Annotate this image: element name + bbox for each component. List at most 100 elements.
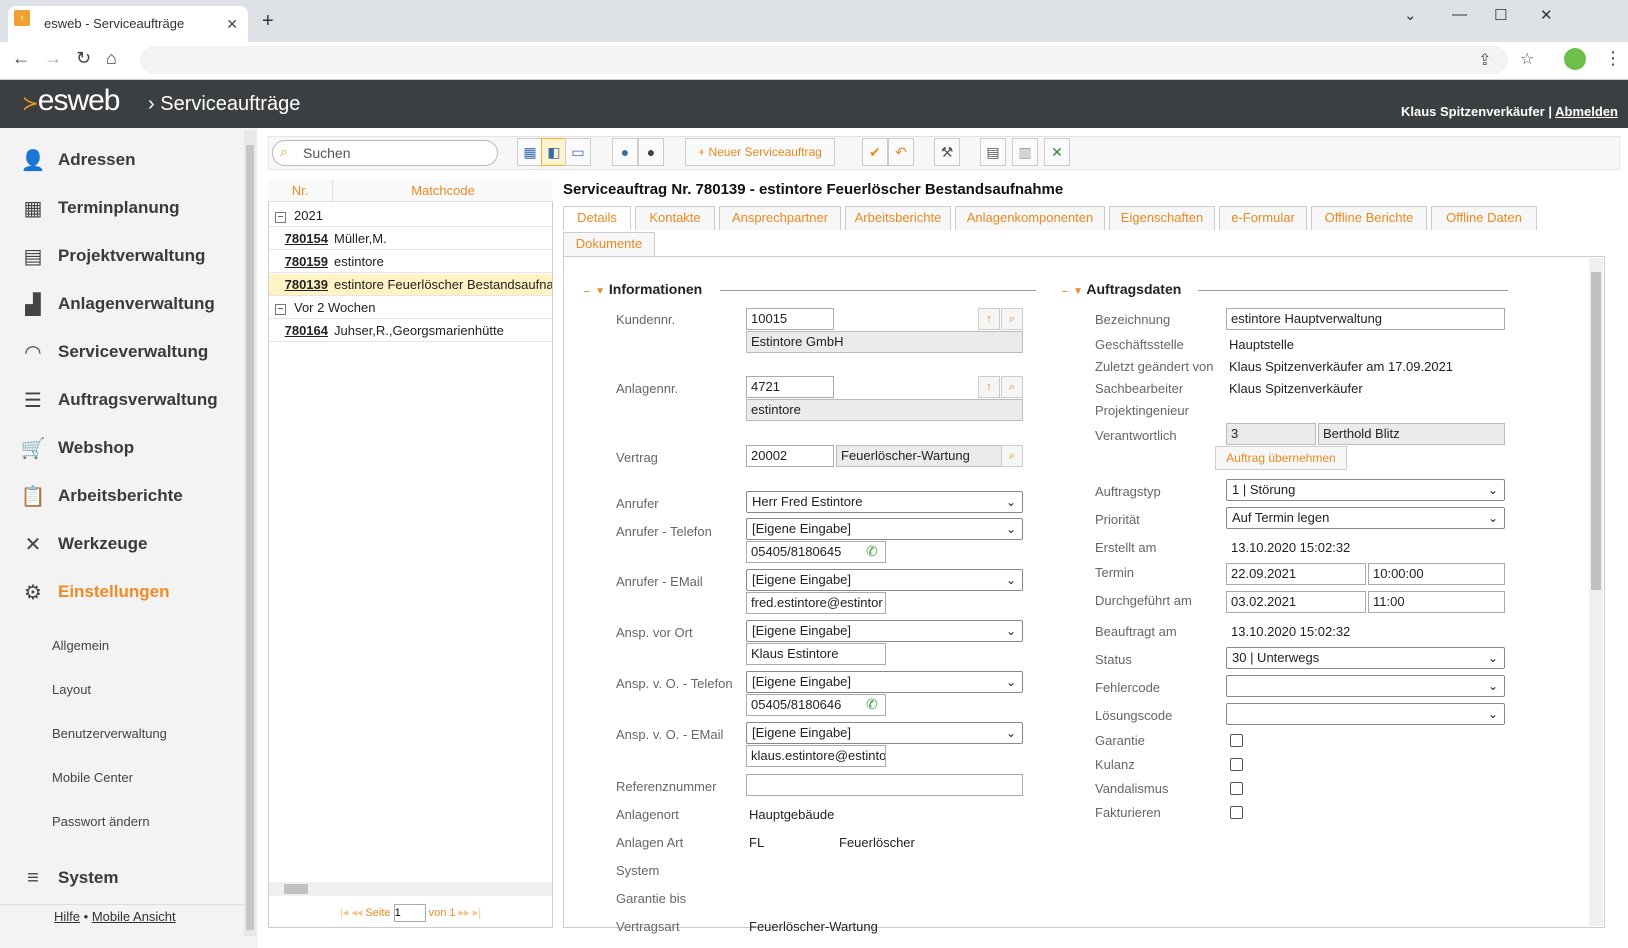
list-hscrollbar[interactable]: [269, 882, 552, 896]
tab-e-formular[interactable]: e-Formular: [1219, 206, 1307, 230]
phone-icon[interactable]: ✆: [866, 696, 878, 713]
garantie-checkbox[interactable]: [1230, 734, 1243, 747]
collapse-icon[interactable]: −: [275, 212, 286, 223]
sidebar-item-anlagenverwaltung[interactable]: ▟ Anlagenverwaltung: [20, 286, 240, 322]
minimize-icon[interactable]: —: [1452, 6, 1467, 23]
bookmark-star-icon[interactable]: ☆: [1520, 49, 1534, 69]
person-gray-icon[interactable]: ●: [638, 138, 664, 166]
table-row[interactable]: 780154 Müller,M.: [269, 228, 552, 250]
tab-anlagenkomponenten[interactable]: Anlagenkomponenten: [955, 206, 1105, 230]
sidebar-sub-mobile-center[interactable]: Mobile Center: [52, 770, 133, 785]
status-select[interactable]: 30 | Unterwegs ⌄: [1226, 647, 1505, 669]
arrow-up-icon[interactable]: ↑: [978, 376, 1000, 398]
mobile-view-link[interactable]: Mobile Ansicht: [92, 909, 176, 924]
group-row-2021[interactable]: −2021: [269, 205, 552, 227]
sidebar-item-webshop[interactable]: 🛒 Webshop: [20, 430, 240, 466]
help-link[interactable]: Hilfe: [54, 909, 80, 924]
collapse-triangle-icon[interactable]: – ▼: [1062, 286, 1083, 297]
home-icon[interactable]: ⌂: [106, 48, 117, 69]
sidebar-item-einstellungen[interactable]: ⚙ Einstellungen: [20, 574, 240, 610]
ansp-mail-field[interactable]: klaus.estintore@estinto: [746, 745, 886, 767]
collapse-icon[interactable]: −: [275, 304, 286, 315]
order-number-link[interactable]: 780154: [269, 228, 332, 249]
bez-field[interactable]: estintore Hauptverwaltung: [1226, 308, 1505, 330]
termin-date-field[interactable]: 22.09.2021: [1226, 563, 1366, 585]
close-tab-icon[interactable]: ✕: [226, 6, 238, 42]
back-icon[interactable]: ←: [12, 48, 30, 69]
column-header-matchcode[interactable]: Matchcode: [334, 183, 552, 198]
order-number-link[interactable]: 780159: [269, 251, 332, 272]
lookup-icon[interactable]: ⌕: [1001, 445, 1023, 467]
tab-offline-daten[interactable]: Offline Daten: [1431, 206, 1537, 230]
anrufer-tel-select[interactable]: [Eigene Eingabe] ⌄: [746, 518, 1023, 540]
tools-action-icon[interactable]: ⚒: [934, 138, 960, 166]
sidebar-item-werkzeuge[interactable]: ✕ Werkzeuge: [20, 526, 240, 562]
ansp-select[interactable]: [Eigene Eingabe] ⌄: [746, 620, 1023, 642]
undo-icon[interactable]: ↶: [888, 138, 914, 166]
sidebar-item-system[interactable]: ≡ System: [20, 860, 240, 896]
sidebar-item-serviceverwaltung[interactable]: ◠ Serviceverwaltung: [20, 334, 240, 370]
tab-arbeitsberichte[interactable]: Arbeitsberichte: [845, 206, 951, 230]
group-row-recent[interactable]: − Vor 2 Wochen: [269, 297, 552, 319]
termin-time-field[interactable]: 10:00:00: [1368, 563, 1505, 585]
sidebar-item-adressen[interactable]: 👤 Adressen: [20, 142, 240, 178]
person-blue-icon[interactable]: ●: [612, 138, 638, 166]
ansp-tel-field[interactable]: 05405/8180646: [746, 694, 886, 716]
anrufer-mail-select[interactable]: [Eigene Eingabe] ⌄: [746, 569, 1023, 591]
tab-details[interactable]: Details: [563, 206, 631, 230]
anrufer-mail-field[interactable]: fred.estintore@estintor: [746, 592, 886, 614]
fakturieren-checkbox[interactable]: [1230, 806, 1243, 819]
table-row[interactable]: 780159 estintore: [269, 251, 552, 273]
durch-time-field[interactable]: 11:00: [1368, 591, 1505, 613]
tab-offline-berichte[interactable]: Offline Berichte: [1311, 206, 1427, 230]
last-page-icon[interactable]: ▸|: [473, 907, 481, 919]
durch-date-field[interactable]: 03.02.2021: [1226, 591, 1366, 613]
chart-icon[interactable]: ▥: [1012, 138, 1038, 166]
reload-icon[interactable]: ↻: [76, 48, 91, 69]
page-input[interactable]: [393, 904, 426, 922]
vandalismus-checkbox[interactable]: [1230, 782, 1243, 795]
table-row-selected[interactable]: 780139 estintore Feuerlöscher Bestandsauf…: [269, 274, 552, 296]
fehler-select[interactable]: ⌄: [1226, 675, 1505, 697]
order-number-link[interactable]: 780139: [269, 274, 332, 295]
anrufer-select[interactable]: Herr Fred Estintore ⌄: [746, 491, 1023, 513]
close-window-icon[interactable]: ✕: [1540, 6, 1553, 24]
kulanz-checkbox[interactable]: [1230, 758, 1243, 771]
take-order-button[interactable]: Auftrag übernehmen: [1215, 446, 1347, 470]
split-view-icon[interactable]: ◧: [541, 138, 567, 166]
sidebar-item-auftragsverwaltung[interactable]: ☰ Auftragsverwaltung: [20, 382, 240, 418]
new-tab-icon[interactable]: +: [262, 10, 274, 33]
sidebar-item-projektverwaltung[interactable]: ▤ Projektverwaltung: [20, 238, 240, 274]
phone-icon[interactable]: ✆: [866, 543, 878, 560]
tab-eigenschaften[interactable]: Eigenschaften: [1109, 206, 1215, 230]
profile-avatar[interactable]: [1564, 48, 1586, 70]
section-auftragsdaten[interactable]: – ▼ Auftragsdaten: [1062, 281, 1181, 297]
sidebar-item-terminplanung[interactable]: ▦ Terminplanung: [20, 190, 240, 226]
order-number-link[interactable]: 780164: [269, 320, 332, 341]
anrufer-tel-field[interactable]: 05405/8180645: [746, 541, 886, 563]
grid-view-icon[interactable]: ▦: [517, 138, 543, 166]
ansp-mail-select[interactable]: [Eigene Eingabe] ⌄: [746, 722, 1023, 744]
ansp-field[interactable]: Klaus Estintore: [746, 643, 886, 665]
sidebar-sub-layout[interactable]: Layout: [52, 682, 91, 697]
excel-icon[interactable]: ✕: [1044, 138, 1070, 166]
lookup-icon[interactable]: ⌕: [1001, 308, 1023, 330]
next-page-icon[interactable]: ▸▸: [459, 907, 470, 919]
menu-icon[interactable]: ⋮: [1604, 48, 1622, 69]
kundennr-field[interactable]: 10015: [746, 308, 834, 330]
prev-page-icon[interactable]: ◂◂: [351, 907, 362, 919]
forward-icon[interactable]: →: [44, 48, 62, 69]
loesung-select[interactable]: ⌄: [1226, 703, 1505, 725]
new-order-button[interactable]: + Neuer Serviceauftrag: [685, 138, 835, 166]
logo[interactable]: ≻esweb: [22, 84, 120, 118]
sidebar-scroll-thumb[interactable]: [246, 145, 254, 930]
list-scroll-thumb[interactable]: [284, 884, 308, 894]
browser-tab[interactable]: esweb - Serviceaufträge ✕: [8, 6, 248, 42]
ref-field[interactable]: [746, 774, 1023, 796]
vertrag-field[interactable]: 20002: [746, 445, 834, 467]
logout-link[interactable]: Abmelden: [1555, 104, 1618, 119]
column-header-nr[interactable]: Nr.: [268, 183, 332, 198]
address-bar[interactable]: [140, 46, 1508, 74]
collapse-triangle-icon[interactable]: – ▼: [584, 286, 605, 297]
typ-select[interactable]: 1 | Störung ⌄: [1226, 479, 1505, 501]
